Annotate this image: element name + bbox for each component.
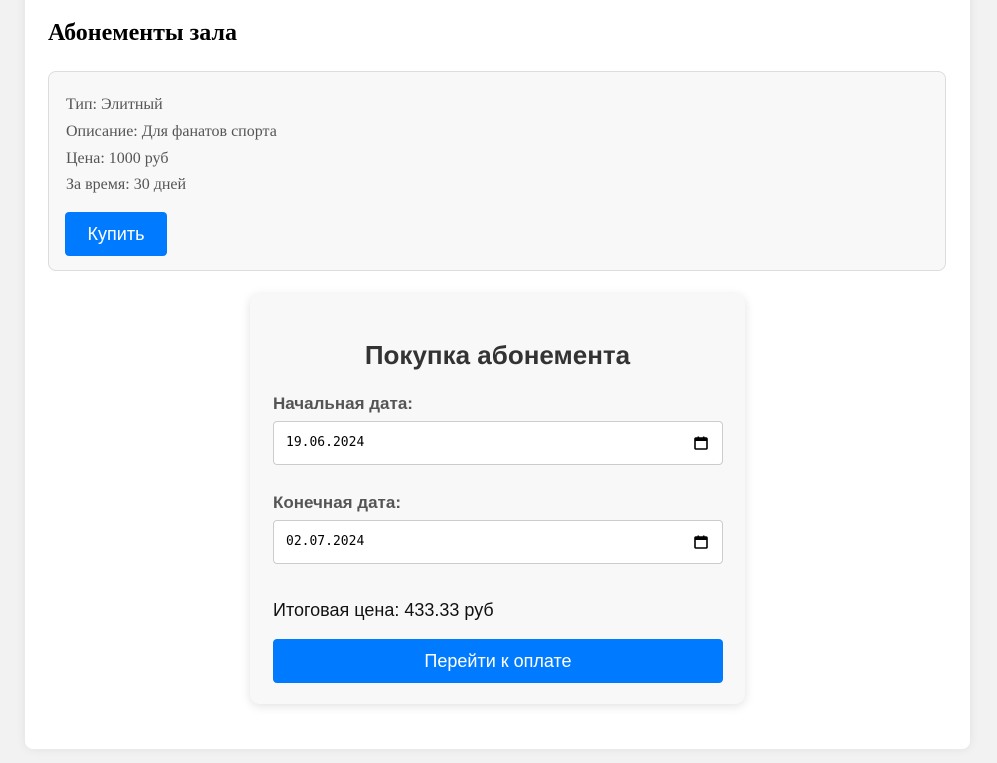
membership-duration: За время: 30 дней	[66, 176, 187, 193]
calendar-icon[interactable]	[694, 436, 708, 450]
membership-description: Описание: Для фанатов спорта	[66, 123, 277, 140]
total-price: Итоговая цена: 433.33 руб	[273, 600, 494, 620]
purchase-title: Покупка абонемента	[364, 340, 631, 370]
end-date-input[interactable]: 02.07.2024	[273, 520, 723, 564]
end-date-value: 02.07.2024	[286, 534, 365, 549]
membership-type: Тип: Элитный	[66, 96, 163, 113]
membership-price: Цена: 1000 руб	[66, 150, 169, 167]
buy-button[interactable]: Купить	[65, 212, 167, 256]
purchase-panel: Покупка абонемента Начальная дата: 19.06…	[250, 294, 745, 704]
pay-button[interactable]: Перейти к оплате	[273, 639, 723, 683]
start-date-value: 19.06.2024	[286, 435, 365, 450]
calendar-icon[interactable]	[694, 535, 708, 549]
start-date-input[interactable]: 19.06.2024	[273, 421, 723, 465]
start-date-label: Начальная дата:	[273, 394, 413, 413]
end-date-label: Конечная дата:	[273, 493, 401, 512]
page-title: Абонементы зала	[48, 20, 237, 46]
membership-card: Тип: Элитный Описание: Для фанатов спорт…	[48, 71, 946, 271]
